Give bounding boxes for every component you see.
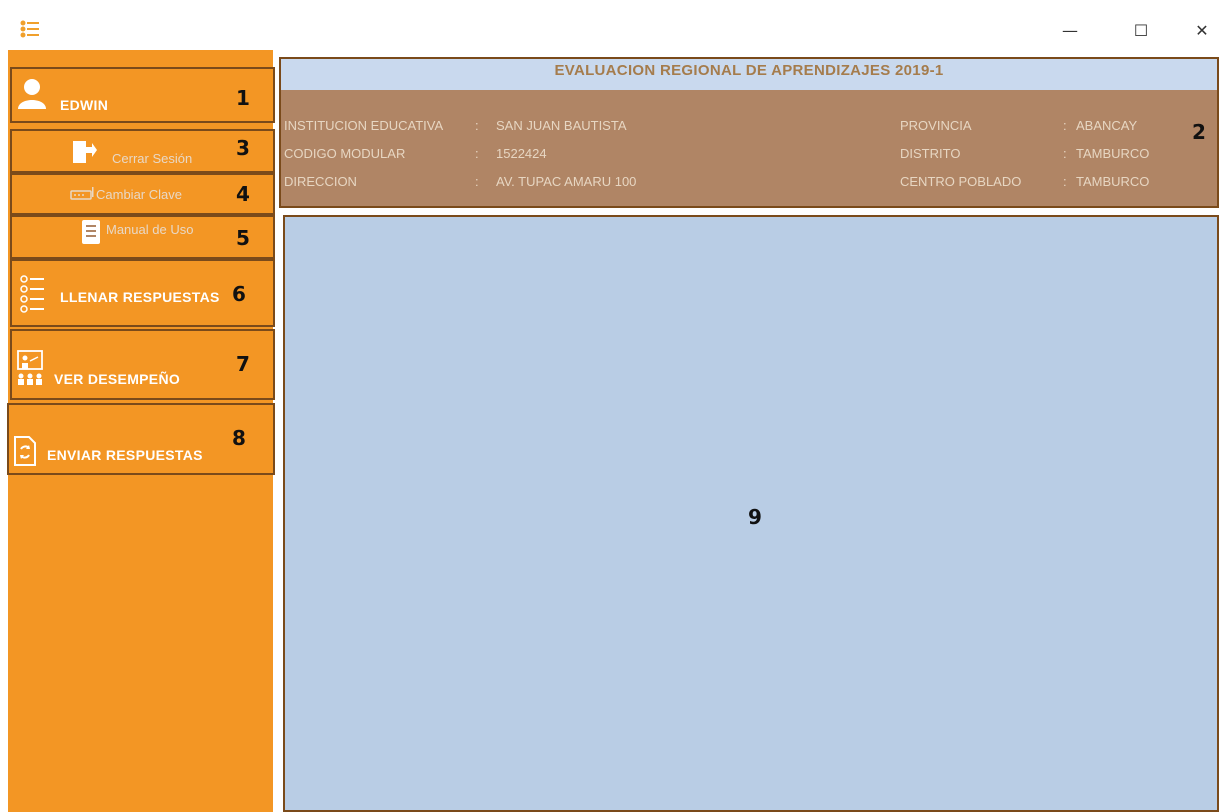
logout-label: Cerrar Sesión bbox=[112, 151, 193, 166]
title-bar: — ☐ ✕ bbox=[0, 0, 1219, 50]
annotation-1: 1 bbox=[236, 86, 250, 110]
fill-answers-label: LLENAR RESPUESTAS bbox=[60, 289, 220, 305]
send-answers-label: ENVIAR RESPUESTAS bbox=[47, 447, 203, 463]
annotation-7: 7 bbox=[236, 352, 250, 376]
manual-label: Manual de Uso bbox=[106, 222, 194, 237]
presentation-board-icon bbox=[16, 349, 46, 394]
annotation-8: 8 bbox=[232, 426, 246, 450]
annotation-3: 3 bbox=[236, 136, 250, 160]
user-name: EDWIN bbox=[60, 97, 109, 113]
annotation-9: 9 bbox=[748, 505, 762, 529]
view-performance-label: VER DESEMPEÑO bbox=[54, 371, 181, 387]
maximize-button[interactable]: ☐ bbox=[1127, 20, 1155, 42]
annotation-6: 6 bbox=[232, 282, 246, 306]
header-annotation-box bbox=[279, 57, 1219, 208]
annotation-4: 4 bbox=[236, 182, 250, 206]
app-list-icon bbox=[20, 20, 40, 38]
close-button[interactable]: ✕ bbox=[1188, 20, 1216, 42]
annotation-2: 2 bbox=[1192, 120, 1206, 144]
user-avatar-icon bbox=[16, 77, 48, 114]
change-password-label: Cambiar Clave bbox=[96, 187, 182, 202]
checklist-icon bbox=[20, 275, 46, 320]
password-field-icon bbox=[70, 187, 96, 206]
logout-icon bbox=[72, 139, 98, 170]
sync-document-icon bbox=[13, 435, 37, 472]
minimize-button[interactable]: — bbox=[1056, 20, 1084, 42]
annotation-5: 5 bbox=[236, 226, 250, 250]
manual-book-icon bbox=[80, 219, 102, 250]
